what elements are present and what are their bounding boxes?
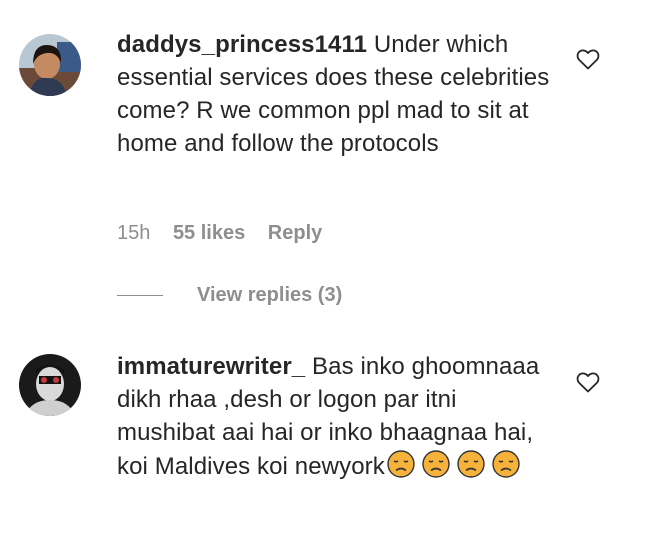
- comment-likes[interactable]: 55 likes: [173, 222, 245, 244]
- disappointed-face-icon: [385, 449, 417, 488]
- view-replies-label: View replies (3): [197, 284, 343, 306]
- reply-button[interactable]: Reply: [268, 222, 322, 244]
- disappointed-face-icon: [455, 449, 487, 488]
- avatar[interactable]: [19, 34, 81, 96]
- comment-time[interactable]: 15h: [117, 222, 150, 244]
- disappointed-face-icon: [490, 449, 522, 488]
- view-replies-button[interactable]: View replies (3): [117, 284, 342, 307]
- disappointed-face-icon: [420, 449, 452, 488]
- comment-username[interactable]: immaturewriter_: [117, 353, 305, 380]
- avatar[interactable]: [19, 354, 81, 416]
- comments-panel: daddys_princess1411 Under which essentia…: [0, 0, 650, 540]
- heart-icon[interactable]: [576, 48, 600, 70]
- heart-icon[interactable]: [576, 371, 600, 393]
- comment-meta: 15h 55 likes Reply: [117, 222, 339, 245]
- comment-body: immaturewriter_ Bas inko ghoomnaaa dikh …: [117, 350, 557, 488]
- comment-body: daddys_princess1411 Under which essentia…: [117, 28, 557, 160]
- replies-divider: [117, 295, 163, 296]
- comment-username[interactable]: daddys_princess1411: [117, 31, 367, 58]
